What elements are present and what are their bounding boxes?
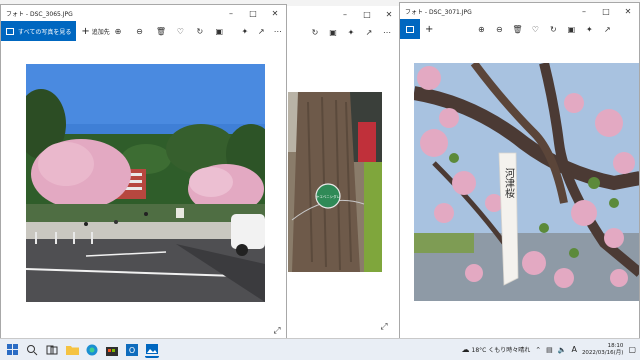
- minimize-icon[interactable]: –: [573, 3, 595, 19]
- edit-icon[interactable]: ✦: [238, 23, 252, 39]
- search-icon[interactable]: [25, 343, 39, 357]
- window-controls: – □ ✕: [220, 5, 286, 21]
- photo-tree-trunk: ヤエベニシダレ: [288, 92, 382, 272]
- title-bar[interactable]: フォト - DSC_3065.JPG – □ ✕: [1, 5, 286, 21]
- more-icon[interactable]: ⋯: [379, 24, 395, 40]
- title-bar[interactable]: フォト - DSC_3071.JPG – □ ✕: [400, 3, 639, 19]
- add-to-button[interactable]: + 追加先: [81, 26, 109, 37]
- clock-date: 2022/03/16(月): [581, 349, 624, 356]
- outlook-icon[interactable]: O: [125, 343, 139, 357]
- add-to-button[interactable]: +: [425, 24, 435, 35]
- delete-icon[interactable]: 🗑: [154, 23, 168, 39]
- delete-icon[interactable]: 🗑: [509, 21, 525, 37]
- photos-window-middle[interactable]: – □ ✕ ↻ ▣ ✦ ↗ ⋯ ヤエベニシダレ ⤢: [283, 6, 401, 339]
- chevron-up-icon[interactable]: ⌃: [535, 346, 541, 354]
- close-icon[interactable]: ✕: [264, 5, 286, 21]
- system-tray: ☁ 18°C くもり時々晴れ ⌃ ▤ 🔈 A 18:10 2022/03/16(…: [462, 339, 637, 360]
- toolbar: + ⊕ ⊖ 🗑 ♡ ↻ ▣ ✦ ↗: [400, 19, 639, 39]
- photos-window-right[interactable]: フォト - DSC_3071.JPG – □ ✕ + ⊕ ⊖ 🗑 ♡ ↻ ▣ ✦…: [399, 2, 640, 339]
- photos-window-left[interactable]: フォト - DSC_3065.JPG – □ ✕ すべての写真を見る + 追加先…: [0, 4, 287, 340]
- minimize-icon[interactable]: –: [220, 5, 242, 21]
- maximize-icon[interactable]: □: [242, 5, 264, 21]
- close-icon[interactable]: ✕: [617, 3, 639, 19]
- store-icon[interactable]: [105, 343, 119, 357]
- gallery-icon: [6, 27, 14, 35]
- see-all-photos-label: すべての写真を見る: [18, 28, 72, 36]
- ime-indicator[interactable]: A: [571, 345, 576, 354]
- more-icon[interactable]: ⋯: [271, 23, 285, 39]
- window-controls: – □ ✕: [334, 6, 400, 22]
- window-title: フォト - DSC_3071.JPG: [405, 8, 472, 16]
- minimize-icon[interactable]: –: [334, 6, 356, 22]
- window-title: フォト - DSC_3065.JPG: [6, 10, 73, 18]
- share-icon[interactable]: ↗: [599, 21, 615, 37]
- stake-label: 河津桜: [503, 168, 515, 199]
- title-bar[interactable]: – □ ✕: [284, 6, 400, 22]
- weather-text[interactable]: 18°C くもり時々晴れ: [472, 345, 531, 354]
- share-icon[interactable]: ↗: [361, 24, 377, 40]
- gallery-icon: [406, 25, 414, 33]
- add-to-label: 追加先: [91, 28, 110, 36]
- window-controls: – □ ✕: [573, 3, 639, 19]
- notification-icon[interactable]: ▢: [628, 345, 636, 354]
- see-all-photos-button[interactable]: すべての写真を見る: [1, 21, 77, 41]
- plus-icon: +: [81, 25, 90, 37]
- close-icon[interactable]: ✕: [378, 6, 400, 22]
- edit-icon[interactable]: ✦: [581, 21, 597, 37]
- plus-icon: +: [425, 23, 434, 35]
- taskbar: O ☁ 18°C くもり時々晴れ ⌃ ▤ 🔈 A 18:10 2022/03/1…: [0, 338, 640, 360]
- rotate-icon[interactable]: ↻: [193, 23, 207, 39]
- crop-icon[interactable]: ▣: [325, 24, 341, 40]
- expand-icon[interactable]: ⤢: [378, 321, 390, 333]
- rotate-icon[interactable]: ↻: [307, 24, 323, 40]
- photos-icon[interactable]: [145, 342, 159, 358]
- crop-icon[interactable]: ▣: [563, 21, 579, 37]
- expand-icon[interactable]: ⤢: [271, 325, 283, 337]
- photo-kawazu-cherry: 河津桜: [414, 63, 639, 301]
- see-all-photos-button[interactable]: [400, 19, 420, 39]
- start-icon[interactable]: [5, 343, 19, 357]
- weather-icon[interactable]: ☁: [462, 345, 470, 354]
- maximize-icon[interactable]: □: [356, 6, 378, 22]
- rotate-icon[interactable]: ↻: [545, 21, 561, 37]
- clock-time: 18:10: [607, 342, 624, 349]
- zoom-in-icon[interactable]: ⊕: [111, 23, 125, 39]
- tree-sign-label: ヤエベニシダレ: [316, 194, 340, 199]
- photo-cherry-park: [26, 64, 265, 302]
- volume-icon[interactable]: 🔈: [558, 346, 567, 354]
- file-explorer-icon[interactable]: [65, 343, 79, 357]
- crop-icon[interactable]: ▣: [212, 23, 226, 39]
- toolbar: すべての写真を見る + 追加先 ⊕ ⊖ 🗑 ♡ ↻ ▣ ✦ ↗ ⋯: [1, 21, 286, 41]
- zoom-in-icon[interactable]: ⊕: [473, 21, 489, 37]
- heart-icon[interactable]: ♡: [527, 21, 543, 37]
- zoom-out-icon[interactable]: ⊖: [491, 21, 507, 37]
- clock[interactable]: 18:10 2022/03/16(月): [582, 343, 624, 357]
- network-icon[interactable]: ▤: [546, 346, 553, 354]
- maximize-icon[interactable]: □: [595, 3, 617, 19]
- toolbar: ↻ ▣ ✦ ↗ ⋯: [284, 22, 400, 42]
- edge-icon[interactable]: [85, 343, 99, 357]
- share-icon[interactable]: ↗: [254, 23, 268, 39]
- zoom-out-icon[interactable]: ⊖: [132, 23, 146, 39]
- svg-text:O: O: [129, 346, 135, 355]
- heart-icon[interactable]: ♡: [173, 23, 187, 39]
- task-view-icon[interactable]: [45, 343, 59, 357]
- edit-icon[interactable]: ✦: [343, 24, 359, 40]
